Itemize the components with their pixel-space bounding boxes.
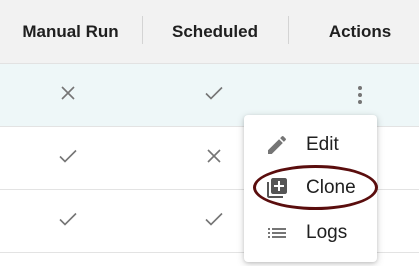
- menu-item-clone[interactable]: Clone: [244, 166, 377, 210]
- scheduled-cell: [182, 64, 246, 126]
- menu-item-label: Clone: [306, 177, 356, 198]
- column-header-manual-run[interactable]: Manual Run: [0, 0, 141, 63]
- pencil-icon: [264, 132, 290, 158]
- menu-item-label: Edit: [306, 134, 339, 155]
- cross-icon: [60, 85, 76, 106]
- column-header-actions: Actions: [328, 21, 392, 41]
- manual-run-cell: [36, 64, 100, 126]
- check-icon: [204, 211, 224, 232]
- check-icon: [58, 148, 78, 169]
- check-icon: [204, 85, 224, 106]
- menu-item-edit[interactable]: Edit: [244, 123, 377, 167]
- menu-item-logs[interactable]: Logs: [244, 211, 377, 255]
- list-icon: [264, 220, 290, 246]
- menu-item-label: Logs: [306, 222, 348, 243]
- actions-menu: Edit Clone Logs: [244, 115, 377, 262]
- column-header-scheduled[interactable]: Scheduled: [143, 0, 287, 63]
- scheduled-cell: [182, 190, 246, 252]
- header-divider: [288, 16, 289, 44]
- manual-run-cell: [36, 127, 100, 189]
- clone-icon: [264, 175, 290, 201]
- table-header: Manual Run Scheduled Actions: [0, 0, 419, 64]
- more-vert-icon[interactable]: [350, 83, 370, 107]
- cross-icon: [206, 148, 222, 169]
- manual-run-cell: [36, 190, 100, 252]
- scheduled-cell: [182, 127, 246, 189]
- check-icon: [58, 211, 78, 232]
